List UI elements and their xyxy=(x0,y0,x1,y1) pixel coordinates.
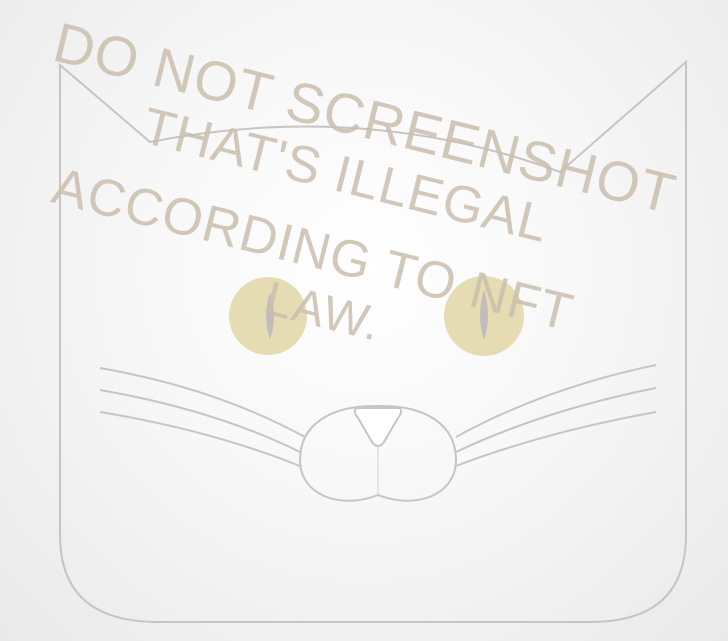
right-whisker-2 xyxy=(455,387,657,453)
right-whisker-1 xyxy=(455,364,657,438)
nose xyxy=(353,407,403,447)
image-canvas: DO NOT SCREENSHOT THAT'S ILLEGAL ACCORDI… xyxy=(0,0,728,641)
left-whisker-1 xyxy=(99,367,306,438)
left-whisker-2 xyxy=(99,389,301,453)
